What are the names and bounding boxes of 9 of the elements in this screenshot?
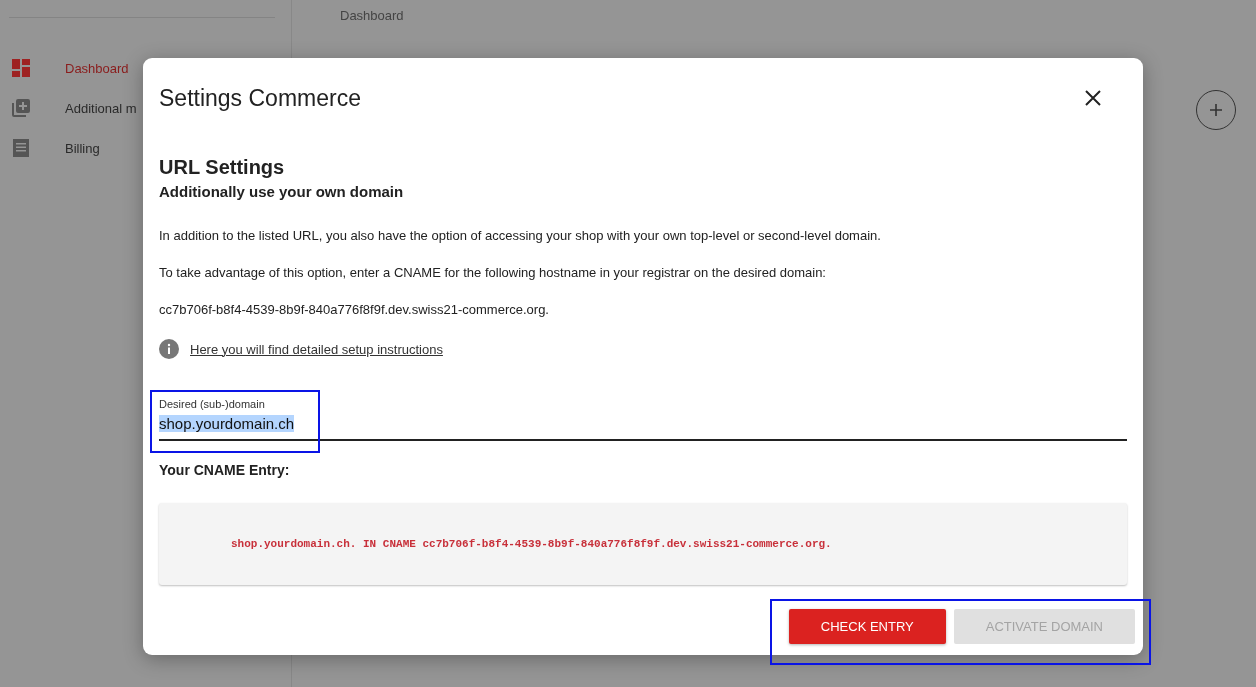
section-heading: URL Settings (159, 156, 286, 179)
section-subheading: Additionally use your own domain (159, 183, 405, 200)
breadcrumb: Dashboard (340, 8, 404, 23)
paragraph: In addition to the listed URL, you also have the option of accessing your shop with your own top-level or second-level domain. (159, 228, 882, 243)
paragraph: cc7b706f-b8f4-4539-8b9f-840a776f8f9f.dev.swiss21-commerce.org. (159, 302, 550, 317)
dialog-title: Settings Commerce (159, 84, 361, 112)
paragraph: To take advantage of this option, enter a CNAME for the following hostname in your registrar on the desired domain: (159, 265, 827, 280)
cname-label: Your CNAME Entry: (159, 462, 291, 478)
cname-entry: shop.yourdomain.ch. IN CNAME cc7b706f-b8f4-4539-8b9f-840a776f8f9f.dev.swiss21-commerce.org. (231, 538, 832, 550)
